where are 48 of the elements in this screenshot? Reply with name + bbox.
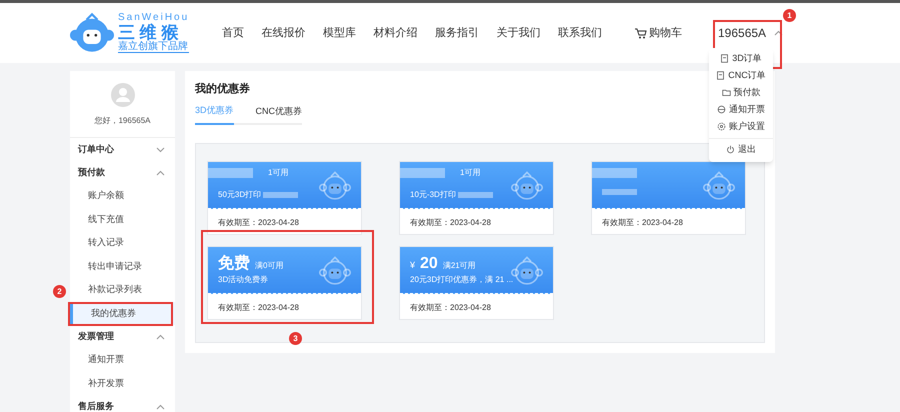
coupon-description: 3D活动免费券 [218,274,268,286]
sidebar-item[interactable]: 补开发票 [70,372,175,395]
page-title: 我的优惠券 [195,82,250,97]
nav-link[interactable]: 模型库 [323,24,356,42]
tab[interactable]: CNC优惠券 [256,104,302,125]
nav-link[interactable]: 在线报价 [262,24,306,42]
coupon-description: 10元-3D打印 [410,189,456,201]
annotation-number: 2 [53,285,66,298]
coupon-validity: 有效期至：2023-04-28 [217,302,300,314]
coupon-description: 50元3D打印 [218,189,262,201]
sidebar-group-header[interactable]: 发票管理 [70,325,175,348]
dropdown-menu-item[interactable]: 通知开票 [709,101,773,118]
sidebar-item[interactable]: 补款记录列表 [70,278,175,302]
coupon-description: 20元3D打印优惠券，满 21 ... [410,274,514,286]
dropdown-menu-item[interactable]: CNC订单 [709,67,773,84]
coupon-condition: 1可用 [460,167,480,179]
sidebar-item[interactable]: 转出申请记录 [70,254,175,278]
sidebar-group-header[interactable]: 预付款 [70,161,175,184]
sidebar-item[interactable]: 线下充值 [70,208,175,231]
dropdown-menu-item[interactable]: 预付款 [709,84,773,101]
coupon-condition: 满21可用 [442,260,476,272]
cart-link[interactable]: 购物车 [635,24,682,42]
brand-name: 三 维 猴 [118,24,178,41]
sidebar-item[interactable]: 转入记录 [70,231,175,254]
coupon-amount: 20 [420,254,438,274]
nav-link[interactable]: 材料介绍 [374,24,418,42]
coupon-validity: 有效期至：2023-04-28 [601,217,684,229]
sidebar-group-header[interactable]: 订单中心 [70,138,175,161]
brand-name-latin: SanWeiHou [118,13,190,23]
coupon-validity: 有效期至：2023-04-28 [409,217,492,229]
currency-symbol: ¥ [410,259,416,272]
nav-link[interactable]: 关于我们 [496,24,540,42]
sidebar-item[interactable]: 账户余额 [70,184,175,208]
nav-link[interactable]: 首页 [222,24,244,42]
dropdown-menu-item[interactable]: 3D订单 [709,50,773,67]
coupon-condition: 满0可用 [255,260,284,272]
sidebar-group-header[interactable]: 售后服务 [70,395,175,412]
dropdown-menu-item[interactable]: 账户设置 [709,118,773,135]
brand-tagline: 嘉立创旗下品牌 [118,42,190,53]
user-menu-button[interactable]: 196565A [718,24,784,42]
sidebar-item[interactable]: 通知开票 [70,348,175,372]
nav-link[interactable]: 服务指引 [435,24,479,42]
greeting-text: 您好，196565A [94,115,151,127]
nav-link[interactable]: 联系我们 [558,24,602,42]
coupon-validity: 有效期至：2023-04-28 [409,302,492,314]
coupon-validity: 有效期至：2023-04-28 [217,217,300,229]
coupon-condition: 1可用 [268,167,288,179]
coupon-amount: 免费 [218,254,250,274]
